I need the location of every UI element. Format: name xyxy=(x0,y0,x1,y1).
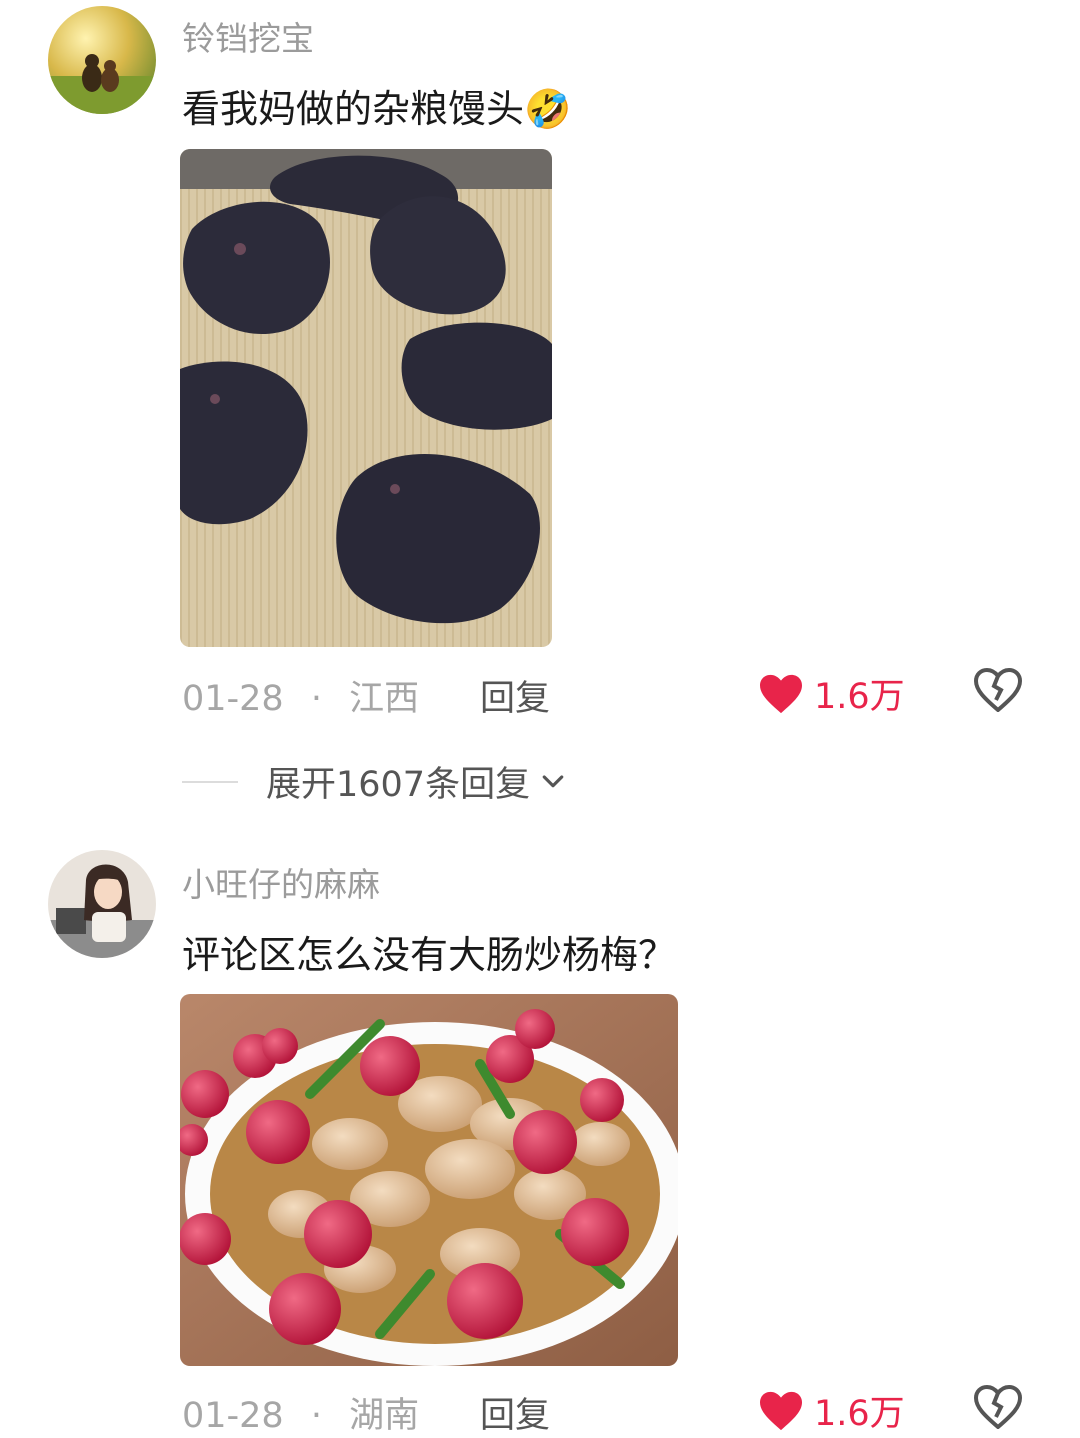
chevron-down-icon xyxy=(542,774,564,787)
expand-replies-label: 展开1607条回复 xyxy=(266,765,531,805)
comment-location: 江西 xyxy=(349,679,420,719)
divider-line xyxy=(182,780,238,783)
meta-separator: · xyxy=(310,1396,322,1436)
expand-replies[interactable]: 展开1607条回复 xyxy=(182,756,568,807)
like-button[interactable]: 1.6万 xyxy=(758,668,905,719)
comment-date: 01-28 xyxy=(182,1396,284,1436)
laughing-emoji-icon: 🤣 xyxy=(524,87,572,131)
reply-button[interactable]: 回复 xyxy=(480,670,550,721)
comment-text: 看我妈做的杂粮馒头🤣 xyxy=(182,78,571,133)
comment-photo[interactable] xyxy=(180,994,678,1366)
avatar[interactable] xyxy=(48,850,156,958)
comment-text: 评论区怎么没有大肠炒杨梅？ xyxy=(182,933,677,977)
comment-meta: 01-28 · 湖南 xyxy=(182,1387,419,1438)
comment-meta: 01-28 · 江西 xyxy=(182,670,419,721)
broken-heart-icon xyxy=(973,1384,1023,1430)
comment-text-content: 看我妈做的杂粮馒头 xyxy=(182,87,525,131)
meta-separator: · xyxy=(310,679,322,719)
broken-heart-icon xyxy=(973,667,1023,713)
reply-button[interactable]: 回复 xyxy=(480,1387,550,1438)
dislike-button[interactable] xyxy=(973,1384,1023,1433)
dislike-button[interactable] xyxy=(973,667,1023,716)
comment-photo[interactable] xyxy=(180,149,552,647)
avatar[interactable] xyxy=(48,6,156,114)
comment-location: 湖南 xyxy=(349,1396,420,1436)
comment-date: 01-28 xyxy=(182,679,284,719)
heart-icon xyxy=(760,674,802,713)
heart-icon xyxy=(760,1391,802,1430)
username[interactable]: 铃铛挖宝 xyxy=(182,12,314,60)
like-count: 1.6万 xyxy=(814,1394,905,1434)
like-button[interactable]: 1.6万 xyxy=(758,1385,905,1436)
like-count: 1.6万 xyxy=(814,677,905,717)
username[interactable]: 小旺仔的麻麻 xyxy=(182,858,380,906)
